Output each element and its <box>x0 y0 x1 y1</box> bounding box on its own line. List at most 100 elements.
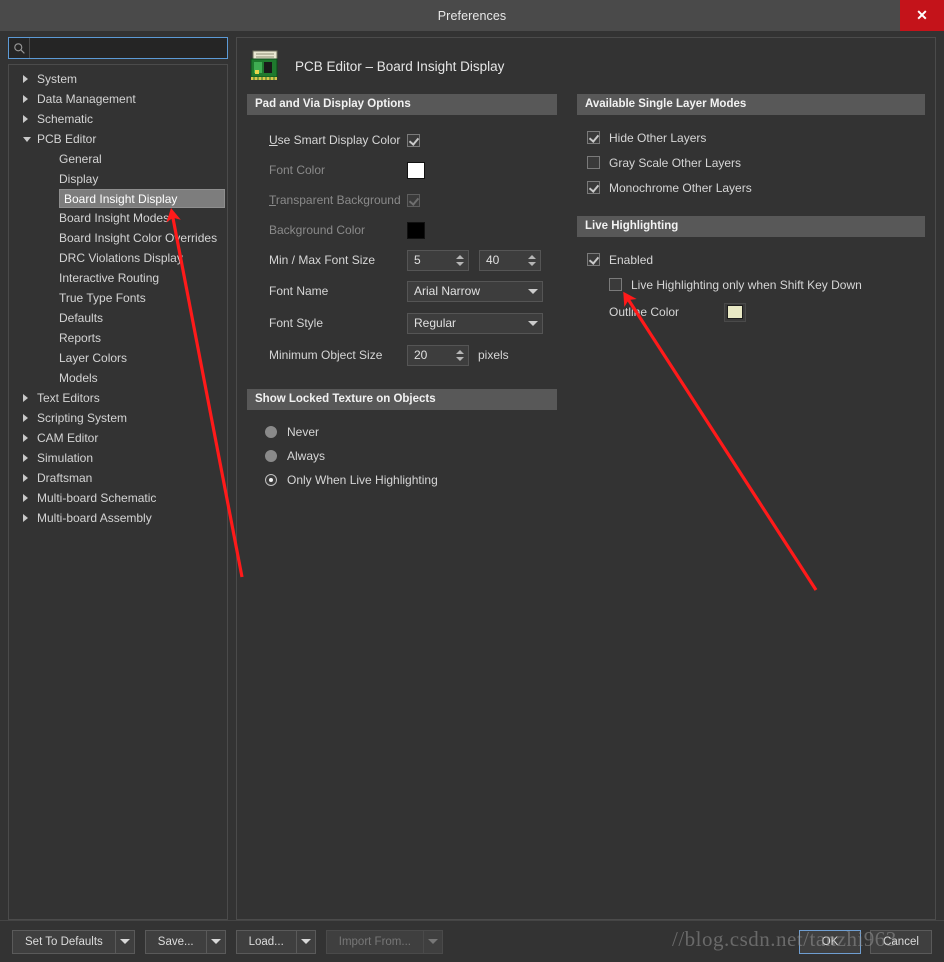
sidebar-item-label: Schematic <box>37 112 94 126</box>
chevron-down-icon[interactable] <box>524 320 542 326</box>
locked-texture-radio-group[interactable]: Never Always Only When Live Highlighting <box>247 420 557 492</box>
sidebar-item-label: Scripting System <box>37 411 128 425</box>
chevron-right-icon[interactable] <box>23 454 37 462</box>
live-highlighting-enabled-checkbox[interactable] <box>587 253 600 266</box>
minimum-object-size-stepper[interactable]: 20 <box>407 344 469 366</box>
preferences-tree[interactable]: System Data Management Schematic PCB Editor… <box>8 64 228 920</box>
spinner-down-icon[interactable] <box>527 261 536 266</box>
sidebar-item-draftsman[interactable]: Draftsman <box>9 468 227 488</box>
spinner-up-icon[interactable] <box>455 349 464 354</box>
sidebar-item-label: Draftsman <box>37 471 93 485</box>
sidebar-item-scripting-system[interactable]: Scripting System <box>9 408 227 428</box>
radio-button[interactable] <box>265 426 277 438</box>
radio-label: Only When Live Highlighting <box>287 473 438 487</box>
single-layer-option-gray-scale-other-layers[interactable]: Gray Scale Other Layers <box>587 150 925 175</box>
min-font-size-stepper[interactable]: 5 <box>407 249 469 271</box>
locked-texture-option-never[interactable]: Never <box>247 420 557 444</box>
checkbox-label: Monochrome Other Layers <box>609 180 752 195</box>
chevron-right-icon[interactable] <box>23 95 37 103</box>
shift-key-checkbox[interactable] <box>609 278 622 291</box>
sidebar-item-text-editors[interactable]: Text Editors <box>9 388 227 408</box>
chevron-right-icon[interactable] <box>23 75 37 83</box>
checkbox[interactable] <box>587 181 600 194</box>
load-button[interactable]: Load... <box>235 929 296 954</box>
set-to-defaults-button[interactable]: Set To Defaults <box>12 929 115 954</box>
checkbox[interactable] <box>587 156 600 169</box>
sidebar-item-general[interactable]: General <box>9 149 227 169</box>
set-to-defaults-group: Set To Defaults <box>12 929 135 954</box>
spinner-up-icon[interactable] <box>527 254 536 259</box>
locked-texture-option-always[interactable]: Always <box>247 444 557 468</box>
import-from-button[interactable]: Import From... <box>325 929 423 954</box>
max-font-size-arrows[interactable] <box>526 254 540 266</box>
min-font-size-arrows[interactable] <box>454 254 468 266</box>
sidebar-item-defaults[interactable]: Defaults <box>9 308 227 328</box>
save-button[interactable]: Save... <box>144 929 206 954</box>
sidebar-item-models[interactable]: Models <box>9 368 227 388</box>
search-box[interactable] <box>8 37 228 59</box>
chevron-right-icon[interactable] <box>23 494 37 502</box>
set-to-defaults-dropdown-button[interactable] <box>114 929 135 954</box>
chevron-down-icon[interactable] <box>23 136 37 142</box>
single-layer-option-hide-other-layers[interactable]: Hide Other Layers <box>587 125 925 150</box>
sidebar-item-schematic[interactable]: Schematic <box>9 109 227 129</box>
spinner-up-icon[interactable] <box>455 254 464 259</box>
sidebar-item-simulation[interactable]: Simulation <box>9 448 227 468</box>
spinner-down-icon[interactable] <box>455 356 464 361</box>
sidebar-item-reports[interactable]: Reports <box>9 328 227 348</box>
close-icon[interactable]: ✕ <box>900 0 944 31</box>
single-layer-modes-checkbox-group[interactable]: Hide Other Layers Gray Scale Other Layers… <box>577 125 925 200</box>
font-style-dropdown[interactable]: Regular <box>407 312 543 334</box>
ok-button[interactable]: OK <box>799 930 861 954</box>
font-color-swatch[interactable] <box>407 161 425 179</box>
chevron-right-icon[interactable] <box>23 414 37 422</box>
search-input[interactable] <box>29 38 223 58</box>
chevron-right-icon[interactable] <box>23 394 37 402</box>
load-dropdown-button[interactable] <box>295 929 316 954</box>
single-layer-option-monochrome-other-layers[interactable]: Monochrome Other Layers <box>587 175 925 200</box>
sidebar-item-label: True Type Fonts <box>59 291 146 305</box>
transparent-background-checkbox[interactable] <box>407 193 420 207</box>
minimum-object-size-arrows[interactable] <box>454 349 468 361</box>
sidebar-item-data-management[interactable]: Data Management <box>9 89 227 109</box>
max-font-size-stepper[interactable]: 40 <box>479 249 541 271</box>
outline-color-swatch[interactable] <box>724 302 746 322</box>
save-dropdown-button[interactable] <box>205 929 226 954</box>
sidebar-item-board-insight-modes[interactable]: Board Insight Modes <box>9 208 227 228</box>
font-name-dropdown[interactable]: Arial Narrow <box>407 280 543 302</box>
sidebar-item-multi-board-schematic[interactable]: Multi-board Schematic <box>9 488 227 508</box>
sidebar-item-label: Board Insight Modes <box>59 211 170 225</box>
chevron-right-icon[interactable] <box>23 434 37 442</box>
locked-texture-option-only-when-live-highlighting[interactable]: Only When Live Highlighting <box>247 468 557 492</box>
background-color-swatch[interactable] <box>407 221 425 239</box>
checkbox[interactable] <box>587 131 600 144</box>
shift-key-row[interactable]: Live Highlighting only when Shift Key Do… <box>587 272 925 297</box>
pad-via-section-header: Pad and Via Display Options <box>247 94 557 115</box>
sidebar-item-system[interactable]: System <box>9 69 227 89</box>
sidebar-item-multi-board-assembly[interactable]: Multi-board Assembly <box>9 508 227 528</box>
window-title: Preferences <box>437 8 507 23</box>
live-highlighting-enabled-row[interactable]: Enabled <box>587 247 925 272</box>
sidebar-item-cam-editor[interactable]: CAM Editor <box>9 428 227 448</box>
chevron-right-icon[interactable] <box>23 474 37 482</box>
navigation-panel: System Data Management Schematic PCB Editor… <box>8 37 228 920</box>
use-smart-display-color-checkbox[interactable] <box>407 133 420 147</box>
sidebar-item-interactive-routing[interactable]: Interactive Routing <box>9 268 227 288</box>
sidebar-item-layer-colors[interactable]: Layer Colors <box>9 348 227 368</box>
radio-button[interactable] <box>265 450 277 462</box>
chevron-right-icon[interactable] <box>23 115 37 123</box>
sidebar-item-true-type-fonts[interactable]: True Type Fonts <box>9 288 227 308</box>
spinner-down-icon[interactable] <box>455 261 464 266</box>
cancel-button[interactable]: Cancel <box>870 930 932 954</box>
sidebar-item-label: General <box>59 152 102 166</box>
chevron-right-icon[interactable] <box>23 514 37 522</box>
sidebar-item-display[interactable]: Display <box>9 169 227 189</box>
radio-button[interactable] <box>265 474 277 486</box>
import-from-dropdown-button[interactable] <box>422 929 443 954</box>
sidebar-item-pcb-editor[interactable]: PCB Editor <box>9 129 227 149</box>
sidebar-item-label: Display <box>59 172 99 186</box>
chevron-down-icon[interactable] <box>524 288 542 294</box>
sidebar-item-board-insight-color-overrides[interactable]: Board Insight Color Overrides <box>9 228 227 248</box>
sidebar-item-board-insight-display[interactable]: Board Insight Display <box>59 189 225 208</box>
sidebar-item-drc-violations-display[interactable]: DRC Violations Display <box>9 248 227 268</box>
